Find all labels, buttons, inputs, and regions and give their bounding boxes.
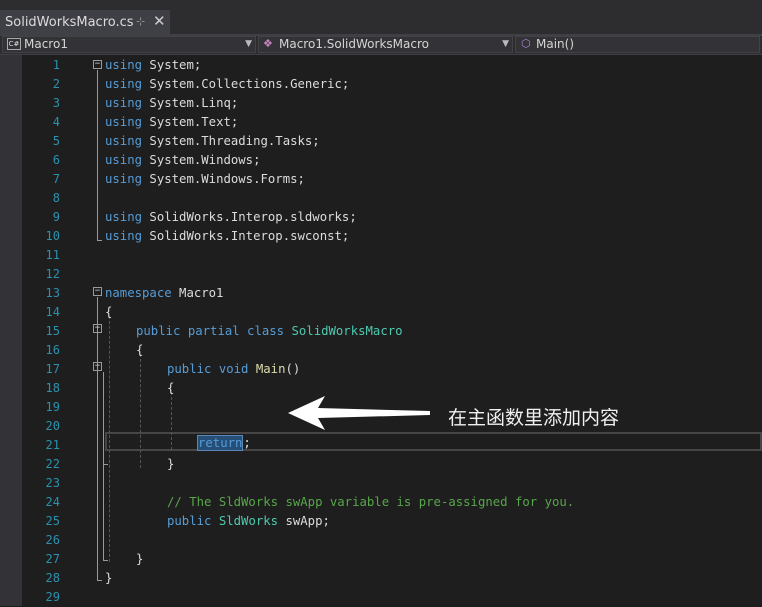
collapse-icon[interactable]: −: [93, 287, 102, 296]
line-number: 18: [45, 381, 60, 395]
code-line-28: }: [105, 571, 113, 585]
code-line-13: namespace Macro1: [105, 286, 224, 300]
outline-line-end: [97, 580, 102, 581]
line-number: 19: [45, 400, 60, 414]
outline-line-end: [103, 560, 108, 561]
line-number: 22: [45, 457, 60, 471]
close-icon[interactable]: ✕: [153, 12, 166, 30]
line-number: 11: [45, 248, 60, 262]
line-number: 17: [45, 362, 60, 376]
collapse-icon[interactable]: −: [93, 60, 102, 69]
project-label: Macro1: [24, 37, 68, 51]
tab-title: SolidWorksMacro.cs: [5, 15, 134, 30]
code-line-21: return;: [197, 435, 251, 451]
method-icon: ⬡: [521, 37, 531, 50]
code-line-1: using System;: [105, 58, 202, 72]
line-number: 27: [45, 552, 60, 566]
outline-line: [97, 70, 98, 240]
project-dropdown[interactable]: C# Macro1 ▼: [2, 36, 256, 53]
collapse-icon[interactable]: −: [93, 324, 102, 333]
code-line-6: using System.Windows;: [105, 153, 261, 167]
line-number: 2: [52, 77, 60, 91]
code-line-18: {: [167, 381, 175, 395]
code-line-3: using System.Linq;: [105, 96, 239, 110]
line-number: 7: [52, 172, 60, 186]
code-line-4: using System.Text;: [105, 115, 239, 129]
line-number: 15: [45, 324, 60, 338]
line-number: 23: [45, 476, 60, 490]
outline-line: [103, 465, 104, 560]
class-dropdown[interactable]: ❖ Macro1.SolidWorksMacro ▼: [258, 36, 513, 53]
line-number: 14: [45, 305, 60, 319]
chevron-down-icon: ▼: [245, 39, 252, 49]
code-line-25: public SldWorks swApp;: [167, 514, 330, 528]
chevron-down-icon: ▼: [502, 39, 509, 49]
code-line-2: using System.Collections.Generic;: [105, 77, 350, 91]
line-number: 5: [52, 134, 60, 148]
return-keyword-selection: return: [197, 435, 244, 451]
arrow-annotation-icon: [288, 396, 430, 430]
code-line-16: {: [136, 343, 144, 357]
code-line-15: public partial class SolidWorksMacro: [136, 324, 403, 338]
line-number: 20: [45, 419, 60, 433]
navigation-bar: C# Macro1 ▼ ❖ Macro1.SolidWorksMacro ▼ ⬡…: [0, 36, 762, 55]
line-number: 25: [45, 514, 60, 528]
line-number: 24: [45, 495, 60, 509]
line-number: 4: [52, 115, 60, 129]
pin-icon[interactable]: ⊹: [136, 15, 145, 28]
tab-solidworksmacro[interactable]: SolidWorksMacro.cs ⊹ ✕: [0, 10, 170, 34]
code-line-14: {: [105, 305, 113, 319]
csharp-project-icon: C#: [7, 38, 21, 50]
line-number: 3: [52, 96, 60, 110]
line-number: 9: [52, 210, 60, 224]
class-icon: ❖: [263, 37, 273, 50]
code-line-17: public void Main(): [167, 362, 301, 376]
code-line-9: using SolidWorks.Interop.sldworks;: [105, 210, 357, 224]
indent-guide: [140, 354, 141, 468]
code-line-27: }: [136, 552, 144, 566]
collapse-icon[interactable]: −: [93, 362, 102, 371]
member-label: Main(): [536, 37, 575, 51]
indent-guide: [171, 392, 172, 450]
line-number: 16: [45, 343, 60, 357]
tab-bar: SolidWorksMacro.cs ⊹ ✕: [0, 0, 762, 34]
line-number: 28: [45, 571, 60, 585]
line-number: 1: [52, 58, 60, 72]
line-number: 13: [45, 286, 60, 300]
line-number: 10: [45, 229, 60, 243]
line-number: 12: [45, 267, 60, 281]
outline-line: [103, 372, 104, 464]
line-number: 21: [45, 438, 60, 452]
code-line-24: // The SldWorks swApp variable is pre-as…: [167, 495, 575, 509]
outline-line-end: [97, 240, 102, 241]
code-line-22: }: [167, 457, 175, 471]
outline-line: [97, 297, 98, 580]
line-number: 6: [52, 153, 60, 167]
code-line-10: using SolidWorks.Interop.swconst;: [105, 229, 350, 243]
code-line-5: using System.Threading.Tasks;: [105, 134, 320, 148]
annotation-text: 在主函数里添加内容: [448, 407, 620, 429]
class-label: Macro1.SolidWorksMacro: [279, 37, 429, 51]
line-number: 26: [45, 533, 60, 547]
indent-guide: [109, 316, 110, 562]
line-number: 29: [45, 590, 60, 604]
line-number: 8: [52, 191, 60, 205]
code-line-7: using System.Windows.Forms;: [105, 172, 305, 186]
member-dropdown[interactable]: ⬡ Main(): [515, 36, 760, 53]
